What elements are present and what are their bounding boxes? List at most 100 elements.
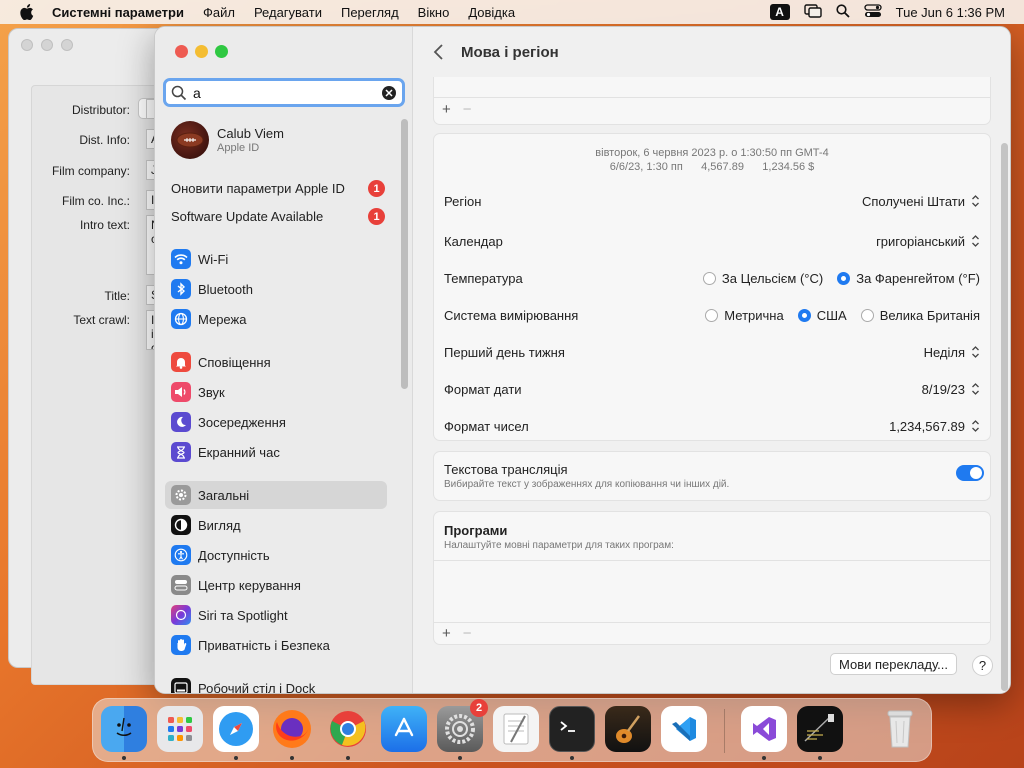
control-center-icon[interactable] xyxy=(863,3,882,21)
translation-languages-button[interactable]: Мови перекладу... xyxy=(830,653,957,675)
sidebar-item-software-update[interactable]: Software Update Available 1 xyxy=(171,208,385,225)
date-format-select[interactable]: 8/19/23 xyxy=(922,382,980,397)
apple-id-profile[interactable]: Calub Viem Apple ID xyxy=(171,121,284,159)
accessibility-icon xyxy=(171,545,191,565)
sidebar-item-label: Wi-Fi xyxy=(198,251,229,267)
sidebar-item-label: Доступність xyxy=(198,547,270,563)
us-radio[interactable] xyxy=(797,308,811,322)
chrome-icon[interactable] xyxy=(325,706,371,752)
siri-icon xyxy=(171,605,191,625)
avatar xyxy=(171,121,209,159)
gear-icon xyxy=(171,485,191,505)
sidebar-item-notifications[interactable]: Сповіщення xyxy=(165,348,387,376)
search-field[interactable]: a xyxy=(163,78,405,107)
menu-clock[interactable]: Tue Jun 6 1:36 PM xyxy=(896,5,1005,20)
metric-radio[interactable] xyxy=(705,308,719,322)
content-scrollbar[interactable] xyxy=(1001,143,1008,691)
sidebar-item-privacy-security[interactable]: Приватність і Безпека xyxy=(165,631,387,659)
settings-window: a Calub Viem Apple ID Оновити параметри … xyxy=(154,26,1011,694)
apple-menu-icon[interactable] xyxy=(18,0,36,24)
remove-language-button[interactable]: − xyxy=(463,101,472,118)
measurement-row: Система вимірювання Метрична США Велика … xyxy=(444,304,980,326)
window-close-button[interactable] xyxy=(175,45,188,58)
field-label: Film company: xyxy=(51,164,130,178)
sidebar-item-sound[interactable]: Звук xyxy=(165,378,387,406)
sidebar-item-siri-spotlight[interactable]: Siri та Spotlight xyxy=(165,601,387,629)
fahrenheit-radio[interactable] xyxy=(837,271,851,285)
sidebar-item-label: Сповіщення xyxy=(198,354,271,370)
finder-icon[interactable] xyxy=(101,706,147,752)
sidebar-item-desktop-dock[interactable]: Робочий стіл і Dock xyxy=(165,674,387,693)
menu-file[interactable]: Файл xyxy=(203,5,235,20)
calendar-select[interactable]: григоріанський xyxy=(876,234,980,249)
applications-box: Програми Налаштуйте мовні параметри для … xyxy=(433,511,991,645)
field-label: Dist. Info: xyxy=(79,133,130,147)
uk-radio[interactable] xyxy=(860,308,874,322)
fahrenheit-label: За Фаренгейтом (°F) xyxy=(856,270,980,286)
window-minimize-button[interactable] xyxy=(195,45,208,58)
region-select[interactable]: Сполучені Штати xyxy=(862,194,980,209)
menu-window[interactable]: Вікно xyxy=(418,5,450,20)
visualstudio-icon[interactable] xyxy=(741,706,787,752)
window-zoom-button[interactable] xyxy=(215,45,228,58)
menu-help[interactable]: Довідка xyxy=(468,5,515,20)
moon-icon xyxy=(171,412,191,432)
notification-badge: 1 xyxy=(368,208,385,225)
safari-icon[interactable] xyxy=(213,706,259,752)
add-app-button[interactable]: + xyxy=(442,625,451,642)
sidebar-item-bluetooth[interactable]: Bluetooth xyxy=(165,275,387,303)
screen-mirroring-icon[interactable] xyxy=(803,3,822,21)
number-format-label: Формат чисел xyxy=(444,418,529,434)
textedit-icon[interactable] xyxy=(493,706,539,752)
guitar-icon[interactable] xyxy=(605,706,651,752)
sidebar-item-update-apple-id[interactable]: Оновити параметри Apple ID 1 xyxy=(171,180,385,197)
globe-icon xyxy=(171,309,191,329)
window-close-button-inactive[interactable] xyxy=(21,39,33,51)
applications-title: Програми xyxy=(444,523,508,538)
field-label: Film co. Inc.: xyxy=(61,194,130,208)
live-text-toggle[interactable] xyxy=(956,465,984,481)
sidebar-item-screen-time[interactable]: Екранний час xyxy=(165,438,387,466)
sidebar-item-network[interactable]: Мережа xyxy=(165,305,387,333)
script-icon[interactable] xyxy=(797,706,843,752)
first-day-select[interactable]: Неділя xyxy=(924,345,980,360)
measurement-label: Система вимірювання xyxy=(444,307,579,323)
clear-search-icon[interactable] xyxy=(382,85,396,100)
sidebar-item-label: Зосередження xyxy=(198,414,286,430)
terminal-icon[interactable] xyxy=(549,706,595,752)
celsius-radio[interactable] xyxy=(702,271,716,285)
window-minimize-button-inactive[interactable] xyxy=(41,39,53,51)
sidebar-item-label: Екранний час xyxy=(198,444,280,460)
uk-label: Велика Британія xyxy=(879,307,980,323)
sidebar-item-accessibility[interactable]: Доступність xyxy=(165,541,387,569)
search-input[interactable]: a xyxy=(193,85,382,101)
sidebar-scrollbar[interactable] xyxy=(401,119,408,389)
help-button[interactable]: ? xyxy=(972,655,993,676)
celsius-label: За Цельсієм (°C) xyxy=(721,270,824,286)
number-format-select[interactable]: 1,234,567.89 xyxy=(889,419,980,434)
vscode-icon[interactable] xyxy=(661,706,707,752)
dock: 2 xyxy=(92,698,932,762)
remove-app-button[interactable]: − xyxy=(463,625,472,642)
launchpad-icon[interactable] xyxy=(157,706,203,752)
add-language-button[interactable]: + xyxy=(442,101,451,118)
sidebar-item-general[interactable]: Загальні xyxy=(165,481,387,509)
menu-view[interactable]: Перегляд xyxy=(341,5,399,20)
window-zoom-button-inactive[interactable] xyxy=(61,39,73,51)
applications-description: Налаштуйте мовні параметри для таких про… xyxy=(444,540,674,551)
input-source-indicator[interactable]: A xyxy=(769,4,790,20)
sidebar-item-control-center[interactable]: Центр керування xyxy=(165,571,387,599)
menu-edit[interactable]: Редагувати xyxy=(254,5,322,20)
spotlight-search-icon[interactable] xyxy=(836,3,850,21)
calendar-row: Календар григоріанський xyxy=(444,230,980,252)
settings-badge: 2 xyxy=(470,699,488,717)
sidebar-item-label: Siri та Spotlight xyxy=(198,607,288,623)
menu-app-name[interactable]: Системні параметри xyxy=(52,5,184,20)
sidebar-item-appearance[interactable]: Вигляд xyxy=(165,511,387,539)
firefox-icon[interactable] xyxy=(269,706,315,752)
back-chevron-icon[interactable] xyxy=(433,44,445,60)
appstore-icon[interactable] xyxy=(381,706,427,752)
sidebar-item-wifi[interactable]: Wi-Fi xyxy=(165,245,387,273)
sidebar-item-focus[interactable]: Зосередження xyxy=(165,408,387,436)
trash-icon[interactable] xyxy=(877,706,923,752)
